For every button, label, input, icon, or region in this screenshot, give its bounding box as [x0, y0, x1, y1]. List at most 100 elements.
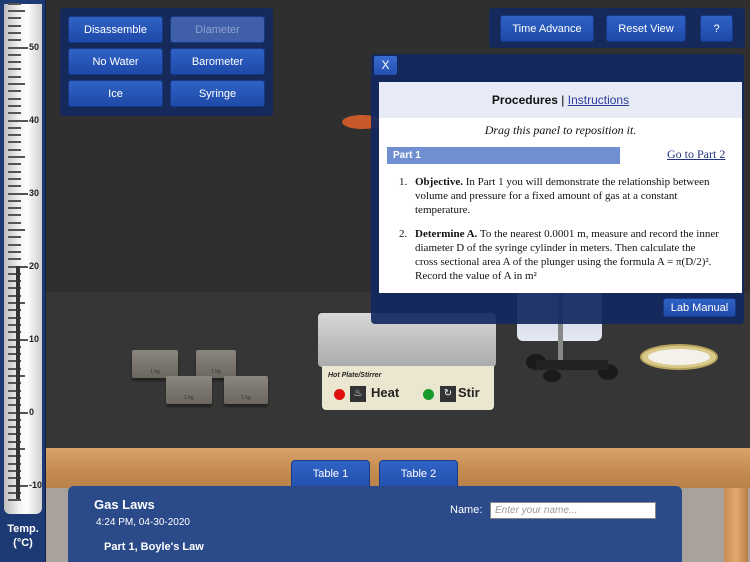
thermometer-tick	[8, 250, 21, 253]
name-label: Name:	[450, 504, 483, 516]
thermometer-tick	[8, 83, 25, 85]
thermometer-tick-label: 10	[29, 333, 40, 344]
thermometer-tick	[8, 75, 21, 78]
lab-info-panel: Gas Laws 4:24 PM, 04-30-2020 Part 1, Boy…	[68, 486, 682, 562]
tab-table-2[interactable]: Table 2	[379, 460, 458, 487]
step-lead: Objective.	[415, 176, 463, 188]
reset-view-button[interactable]: Reset View	[606, 15, 686, 42]
thermometer-liquid-column	[16, 265, 20, 500]
thermometer-tick	[8, 97, 21, 100]
thermometer-tick	[8, 156, 25, 158]
view-controls: Time Advance Reset View ?	[489, 8, 745, 48]
thermometer-tick	[8, 229, 25, 231]
thermometer-tick	[8, 258, 21, 261]
procedure-step: 1. Objective. In Part 1 you will demonst…	[399, 175, 719, 217]
weight-label: 1 kg	[211, 369, 221, 375]
thermometer-tick	[8, 104, 21, 107]
procedure-step: 2. Determine A. To the nearest 0.0001 m,…	[399, 227, 719, 283]
weight-1kg[interactable]: 1 kg	[166, 376, 212, 404]
heat-indicator-light	[334, 389, 345, 400]
thermometer-tick	[8, 119, 28, 122]
barometer-button[interactable]: Barometer	[170, 48, 265, 75]
thermometer-tick	[8, 243, 21, 246]
thermometer-tick	[8, 39, 21, 42]
instructions-link[interactable]: Instructions	[568, 93, 629, 107]
step-number: 1.	[399, 176, 408, 188]
weight-1kg[interactable]: 1 kg	[132, 350, 178, 378]
hot-plate-stirrer: Hot Plate/Stirrer ♨ Heat ↻ Stir	[322, 366, 494, 410]
go-to-part-2-link[interactable]: Go to Part 2	[667, 147, 725, 162]
part-heading: Part 1	[387, 147, 620, 164]
thermometer-tick	[8, 10, 25, 12]
lab-part: Part 1, Boyle's Law	[104, 541, 204, 553]
weight-1kg[interactable]: 1 kg	[224, 376, 268, 404]
thermometer-tick	[8, 141, 21, 144]
heat-icon[interactable]: ♨	[350, 386, 366, 402]
close-procedures-button[interactable]: X	[374, 56, 397, 75]
weight-label: 1 kg	[184, 395, 194, 401]
syringe-button[interactable]: Syringe	[170, 80, 265, 107]
thermometer-tick	[8, 221, 21, 224]
step-text: Objective. In Part 1 you will demonstrat…	[415, 175, 719, 217]
weight-label: 1 kg	[241, 395, 251, 401]
thermometer-tick	[8, 134, 21, 137]
help-button[interactable]: ?	[700, 15, 733, 42]
thermometer-tick	[8, 31, 21, 34]
thermometer-tick	[8, 17, 21, 20]
thermometer-label: Temp. (°C)	[0, 522, 46, 550]
thermometer-tick	[8, 207, 21, 210]
procedures-content: Procedures | Instructions Drag this pane…	[379, 82, 742, 293]
ice-button[interactable]: Ice	[68, 80, 163, 107]
bench-leg	[724, 488, 748, 562]
disassemble-button[interactable]: Disassemble	[68, 16, 163, 43]
thermometer-tick	[8, 163, 21, 166]
thermometer-tick	[8, 46, 28, 49]
thermometer-tick	[8, 177, 21, 180]
thermometer-tick	[8, 499, 21, 502]
thermometer-tick-label: 30	[29, 187, 40, 198]
stir-button-label[interactable]: Stir	[458, 385, 480, 400]
procedures-header: Procedures | Instructions	[379, 82, 742, 118]
weight-label: 1 kg	[150, 369, 160, 375]
thermometer-label-line1: Temp.	[7, 523, 39, 535]
thermometer-tick-label: -10	[29, 479, 43, 490]
weight-1kg[interactable]: 1 kg	[196, 350, 236, 378]
barometer-gauge[interactable]	[640, 344, 718, 370]
lab-manual-button[interactable]: Lab Manual	[663, 298, 736, 317]
step-number: 2.	[399, 228, 408, 240]
step-lead: Determine A.	[415, 228, 478, 240]
tab-table-1[interactable]: Table 1	[291, 460, 370, 487]
thermometer-tick	[8, 2, 21, 5]
thermometer-tick	[8, 126, 21, 129]
thermometer-tick	[8, 148, 21, 151]
thermometer: 50 40 30 20 10 0 -10	[4, 2, 43, 514]
lab-title: Gas Laws	[94, 497, 155, 512]
thermometer-tick	[8, 185, 21, 188]
thermometer-tick	[8, 236, 21, 239]
name-input[interactable]	[490, 502, 656, 519]
hot-plate-title: Hot Plate/Stirrer	[328, 372, 382, 379]
thermometer-tick	[8, 68, 21, 71]
ring-stand-base	[526, 354, 618, 382]
no-water-button[interactable]: No Water	[68, 48, 163, 75]
heat-button-label[interactable]: Heat	[371, 385, 399, 400]
header-separator: |	[561, 93, 565, 107]
thermometer-tick-label: 20	[29, 260, 40, 271]
drag-note: Drag this panel to reposition it.	[484, 123, 637, 137]
thermometer-tick-label: 50	[29, 41, 40, 52]
thermometer-panel: 50 40 30 20 10 0 -10 Temp. (°C)	[0, 0, 46, 562]
diameter-button: Diameter	[170, 16, 265, 43]
thermometer-tick	[8, 214, 21, 217]
stir-icon[interactable]: ↻	[440, 386, 456, 402]
thermometer-tick-label: 0	[29, 406, 35, 417]
thermometer-tick	[8, 24, 21, 27]
procedure-steps: 1. Objective. In Part 1 you will demonst…	[399, 175, 719, 293]
thermometer-tick	[8, 53, 21, 56]
lab-datetime: 4:24 PM, 04-30-2020	[96, 517, 190, 528]
time-advance-button[interactable]: Time Advance	[500, 15, 594, 42]
thermometer-tick	[8, 112, 21, 115]
stir-indicator-light	[423, 389, 434, 400]
thermometer-tick	[8, 61, 21, 64]
thermometer-label-line2: (°C)	[13, 537, 33, 549]
thermometer-tick	[8, 90, 21, 93]
